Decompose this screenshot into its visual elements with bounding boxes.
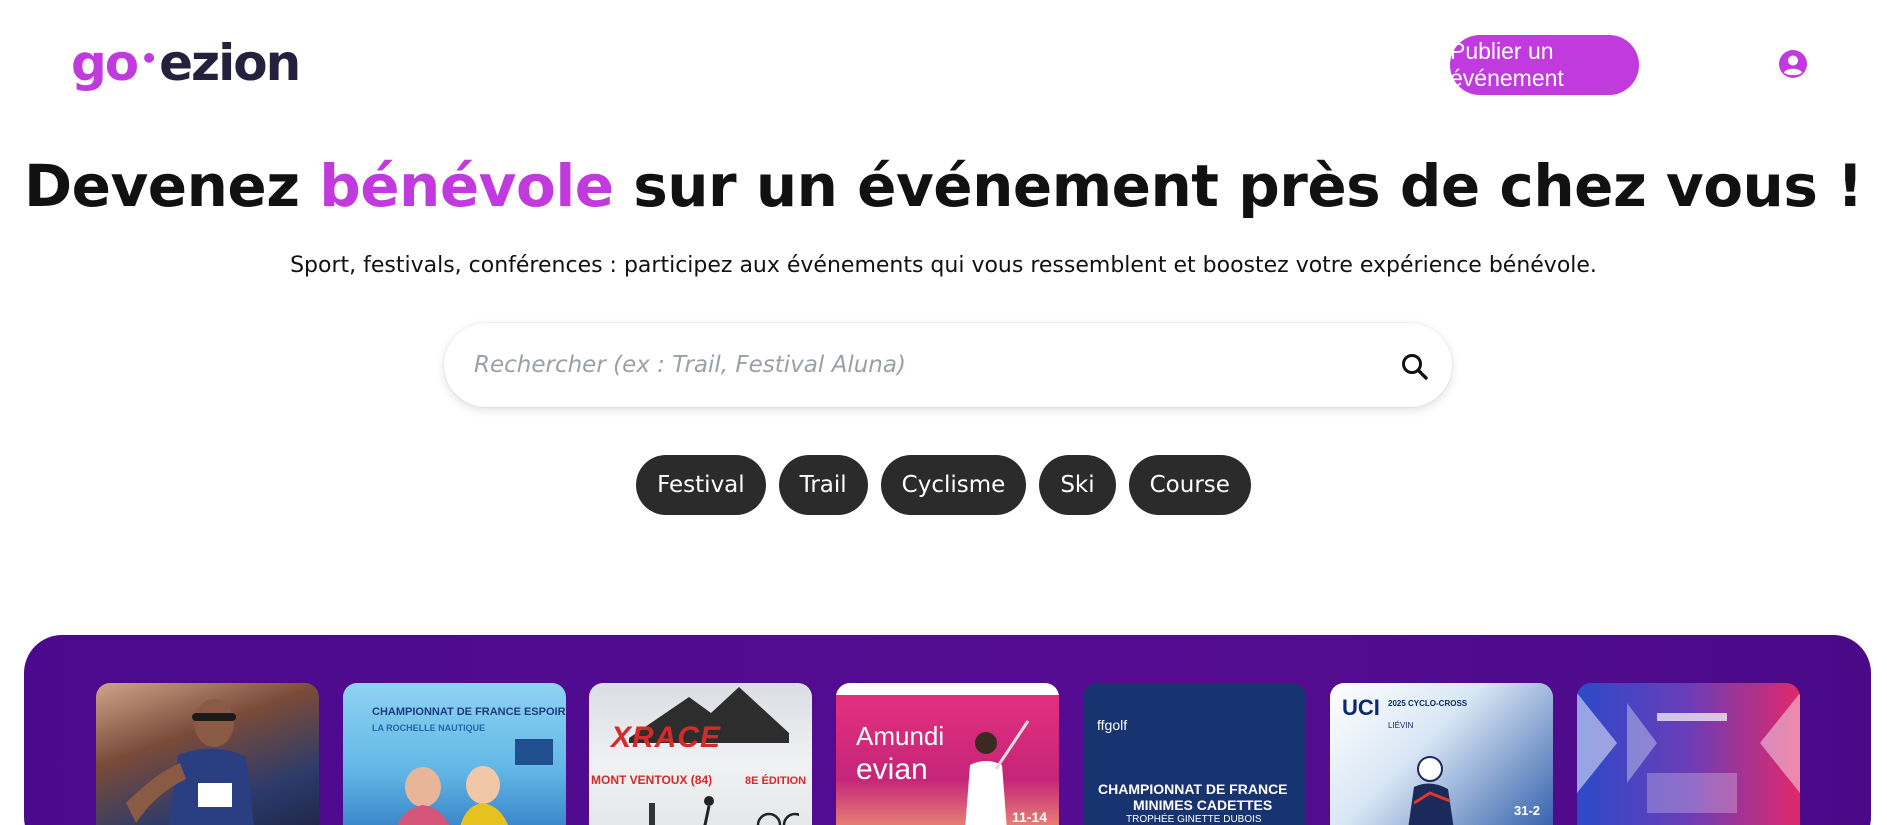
tag-cyclisme[interactable]: Cyclisme xyxy=(880,455,1027,515)
event-card-arena-event[interactable] xyxy=(1577,683,1800,825)
page-subtitle: Sport, festivals, conférences : particip… xyxy=(290,253,1597,278)
user-circle-icon[interactable] xyxy=(1777,48,1809,80)
card-location: MONT VENTOUX (84) xyxy=(591,773,713,787)
card-title: CHAMPIONNAT DE FRANCE xyxy=(1098,781,1288,797)
event-card-athletics[interactable] xyxy=(96,683,319,825)
tag-ski[interactable]: Ski xyxy=(1039,455,1116,515)
search-icon[interactable] xyxy=(1398,350,1432,384)
cyclist-image xyxy=(1408,756,1454,825)
event-card-ffgolf[interactable]: ffgolf CHAMPIONNAT DE FRANCE MINIMES CAD… xyxy=(1083,683,1306,825)
event-card-championnat-espoirs[interactable]: CHAMPIONNAT DE FRANCE ESPOIRS LA ROCHELL… xyxy=(343,683,566,825)
card-subtitle: evian xyxy=(856,753,928,786)
logo-dot: • xyxy=(140,42,158,75)
category-tags: Festival Trail Cyclisme Ski Course xyxy=(0,455,1887,515)
title-accent: bénévole xyxy=(319,152,614,220)
sailors-image xyxy=(397,766,508,825)
card-brand: XRACE xyxy=(611,721,722,754)
title-before: Devenez xyxy=(23,152,320,220)
logo[interactable]: go • ezion xyxy=(71,34,301,92)
search-bar xyxy=(444,323,1452,407)
page-title: Devenez bénévole sur un événement près d… xyxy=(0,152,1887,220)
athlete-image xyxy=(126,699,254,825)
card-brand: Amundi xyxy=(856,721,945,751)
title-after: sur un événement près de chez vous ! xyxy=(613,152,1864,220)
event-card-uci-cyclocross[interactable]: UCI 2025 CYCLO-CROSS LIÉVIN 31-2 xyxy=(1330,683,1553,825)
publish-event-button[interactable]: Publier un événement xyxy=(1450,35,1639,95)
athletes-silhouettes xyxy=(649,796,799,825)
tag-festival[interactable]: Festival xyxy=(636,455,766,515)
card-edition: 8E ÉDITION xyxy=(745,775,807,787)
card-organizer: ffgolf xyxy=(1097,717,1128,733)
card-date: 11-14 xyxy=(1012,809,1048,825)
card-location: LIÉVIN xyxy=(1388,721,1414,730)
card-subtitle: 2025 CYCLO-CROSS xyxy=(1388,699,1468,708)
tag-course[interactable]: Course xyxy=(1128,455,1251,515)
card-date: 31-2 xyxy=(1514,803,1541,818)
card-subtitle: MINIMES CADETTES xyxy=(1133,797,1273,813)
event-card-amundi-evian[interactable]: Amundi evian 11-14 xyxy=(836,683,1059,825)
logo-part-go: go xyxy=(71,34,139,92)
card-subtitle: LA ROCHELLE NAUTIQUE xyxy=(372,723,486,733)
card-organizer: UCI xyxy=(1342,695,1380,720)
card-tagline: TROPHÉE GINETTE DUBOIS xyxy=(1126,814,1262,825)
card-title: CHAMPIONNAT DE FRANCE ESPOIRS xyxy=(372,706,566,718)
event-card-xrace[interactable]: XRACE MONT VENTOUX (84) 8E ÉDITION xyxy=(589,683,812,825)
arena-image xyxy=(1577,693,1800,813)
logo-part-ezion: ezion xyxy=(159,34,301,92)
tag-trail[interactable]: Trail xyxy=(778,455,868,515)
search-input[interactable] xyxy=(474,352,1354,378)
